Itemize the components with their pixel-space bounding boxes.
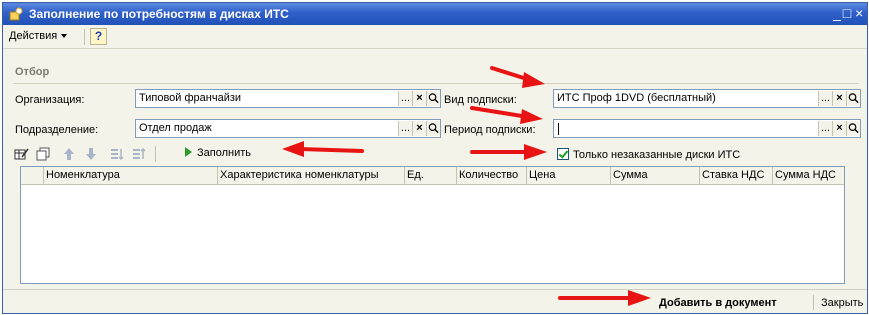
subscription-period-field[interactable]: × ... (553, 119, 861, 138)
organization-clear-button[interactable]: × (412, 91, 426, 106)
column-header-characteristic[interactable]: Характеристика номенклатуры (217, 167, 404, 184)
column-header-vat-rate[interactable]: Ставка НДС (699, 167, 772, 184)
subscription-period-open-icon[interactable] (846, 121, 860, 136)
subscription-type-field[interactable]: ИТС Проф 1DVD (бесплатный) ... × (553, 89, 861, 108)
window-title: Заполнение по потребностям в дисках ИТС (29, 7, 289, 21)
text-cursor (558, 123, 559, 135)
filter-group-divider (13, 83, 859, 84)
annotation-arrow-icon (558, 290, 651, 306)
organization-open-icon[interactable] (426, 91, 440, 106)
footer-separator (813, 295, 814, 310)
table-header: Номенклатура Характеристика номенклатуры… (21, 167, 844, 185)
title-bar[interactable]: Заполнение по потребностям в дисках ИТС … (3, 3, 867, 25)
organization-label: Организация: (15, 94, 85, 106)
chevron-down-icon (61, 34, 68, 39)
menu-bar: Действия ? (3, 25, 867, 49)
subscription-type-select-button[interactable]: ... (818, 91, 832, 106)
subscription-type-open-icon[interactable] (846, 91, 860, 106)
department-clear-button[interactable]: × (412, 121, 426, 136)
only-unordered-label: Только незаказанные диски ИТС (573, 149, 741, 161)
sort-descending-icon[interactable] (131, 146, 147, 162)
only-unordered-toggle[interactable]: Только незаказанные диски ИТС (557, 148, 740, 161)
copy-icon[interactable] (35, 146, 51, 162)
close-footer-button[interactable]: Закрыть (821, 297, 863, 309)
filter-group-label: Отбор (15, 66, 50, 78)
column-header-sum[interactable]: Сумма (610, 167, 699, 184)
subscription-period-clear-button[interactable]: × (832, 121, 846, 136)
menu-separator (84, 29, 85, 45)
column-header-quantity[interactable]: Количество (456, 167, 526, 184)
dialog-window: Заполнение по потребностям в дисках ИТС … (2, 2, 868, 314)
annotation-arrow-icon (490, 66, 545, 88)
column-header-unit[interactable]: Ед. (404, 167, 456, 184)
help-button[interactable]: ? (90, 28, 107, 45)
subscription-type-value: ИТС Проф 1DVD (бесплатный) (557, 92, 716, 104)
play-icon (185, 147, 192, 157)
subscription-type-clear-button[interactable]: × (832, 91, 846, 106)
annotation-arrow-icon (282, 141, 364, 157)
move-down-icon[interactable] (83, 146, 99, 162)
fill-button[interactable]: Заполнить (185, 147, 251, 159)
move-up-icon[interactable] (61, 146, 77, 162)
department-value: Отдел продаж (139, 122, 212, 134)
toolbar-separator (155, 146, 156, 162)
department-open-icon[interactable] (426, 121, 440, 136)
organization-select-button[interactable]: ... (398, 91, 412, 106)
actions-menu-label: Действия (9, 30, 58, 42)
column-header-vat-sum[interactable]: Сумма НДС (772, 167, 844, 184)
actions-menu[interactable]: Действия (9, 30, 68, 42)
subscription-period-select-button[interactable]: ... (818, 121, 832, 136)
row-marker-header (21, 167, 43, 184)
edit-table-icon[interactable] (13, 146, 29, 162)
column-header-nomenclature[interactable]: Номенклатура (43, 167, 217, 184)
department-select-button[interactable]: ... (398, 121, 412, 136)
organization-value: Типовой франчайзи (139, 92, 242, 104)
fill-button-label: Заполнить (197, 147, 252, 159)
app-icon (9, 7, 23, 21)
column-header-price[interactable]: Цена (526, 167, 610, 184)
department-field[interactable]: Отдел продаж ... × (135, 119, 441, 138)
annotation-arrow-icon (470, 144, 547, 160)
items-table[interactable]: Номенклатура Характеристика номенклатуры… (20, 166, 845, 284)
add-to-document-button[interactable]: Добавить в документ (659, 297, 777, 309)
close-button[interactable]: □ × (841, 5, 865, 22)
department-label: Подразделение: (15, 124, 99, 136)
organization-field[interactable]: Типовой франчайзи ... × (135, 89, 441, 108)
footer-bar: Добавить в документ Закрыть (3, 289, 867, 313)
annotation-arrow-icon (470, 106, 543, 124)
sort-ascending-icon[interactable] (109, 146, 125, 162)
only-unordered-checkbox[interactable] (557, 148, 569, 160)
